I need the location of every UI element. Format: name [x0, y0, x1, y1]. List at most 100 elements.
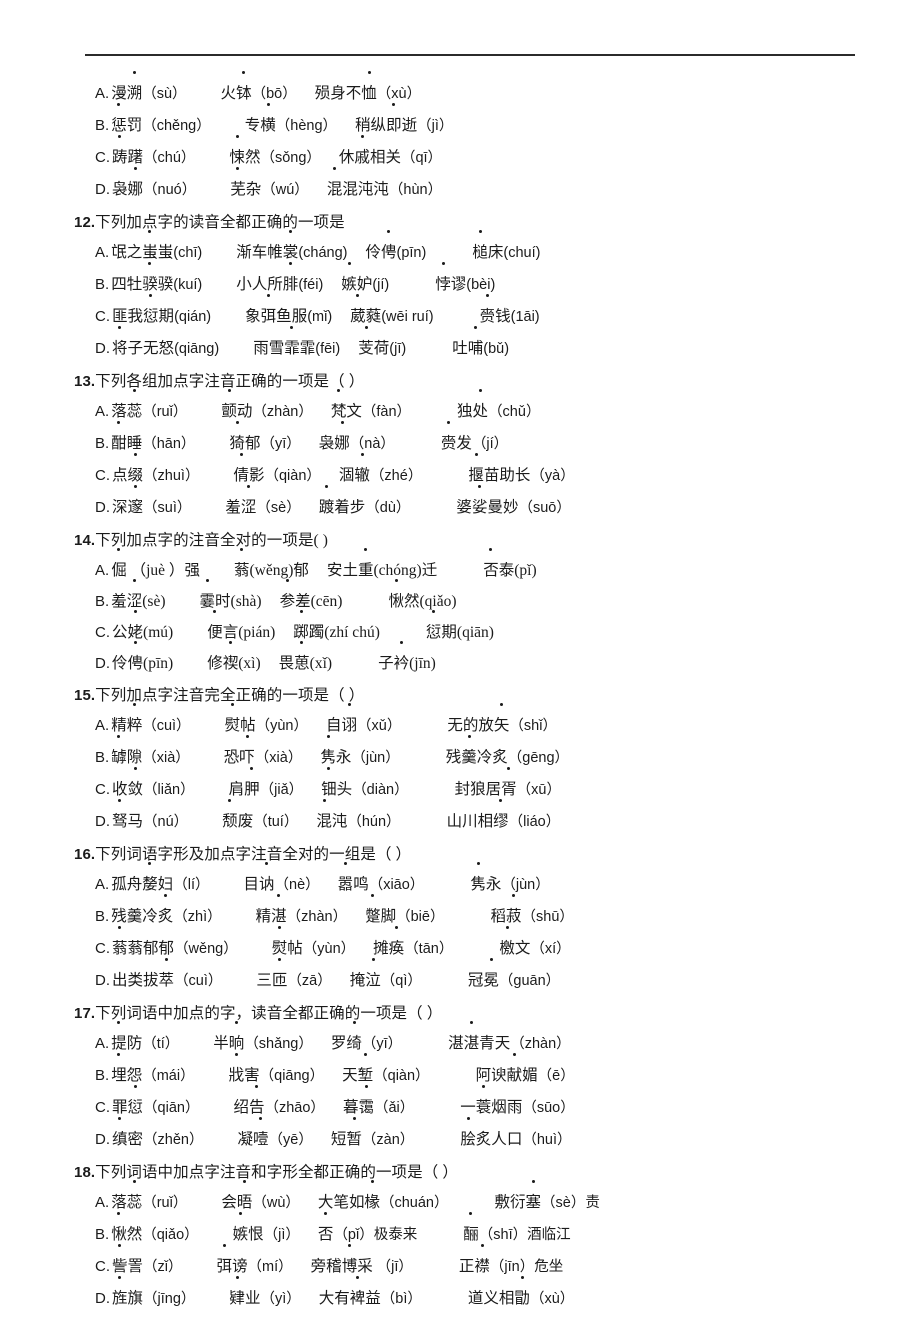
option-segment: 隽永（jùn） — [470, 862, 550, 901]
word-char: 收 — [112, 781, 128, 798]
pinyin-annotation: （qiān） — [143, 1100, 200, 1116]
option-row[interactable]: C. 訾詈（zǐ） 弭谤（mí） 旁稽博采 （jī） 正襟（jīn）危坐 — [0, 1244, 920, 1283]
option-row[interactable]: D. 伶俜(pīn) 修禊(xì) 畏葸(xǐ) 子衿(jīn) — [0, 641, 920, 679]
option-row[interactable]: C. 点缀（zhuì） 倩影（qiàn） 涸辙（zhé） 揠苗助长（yà） — [0, 453, 920, 492]
option-segment: 赍钱(1āi) — [480, 294, 540, 333]
emphasis-dot-char: 便 — [207, 610, 223, 648]
emphasis-dot-char: 嫉 — [341, 262, 357, 300]
option-row[interactable]: D. 驽马（nú） 颓废（tuí） 混沌（hún） 山川相缪（liáo） — [0, 799, 920, 838]
pinyin-annotation: （xù） — [529, 1291, 575, 1307]
option-row[interactable]: D. 旌旗（jīng） 肄业（yì） 大有裨益（bì） 道义相勖（xù） — [0, 1276, 920, 1315]
option-row[interactable]: A. 提防（tí） 半晌（shǎng） 罗绮（yī） 湛湛青天（zhàn） — [0, 1021, 920, 1060]
word-char: 独 — [457, 403, 473, 420]
option-row[interactable]: A. 倔 （juè ）强 蓊(wěng)郁 安土重(chóng)迁 否泰(pǐ) — [0, 548, 920, 586]
word-char: 阿 — [475, 1067, 492, 1084]
option-segment: 蹩脚（biē） — [365, 894, 445, 933]
option-row[interactable]: D. 出类拔萃（cuì） 三匝（zā） 掩泣（qì） 冠冕（guān） — [0, 958, 920, 997]
word-char: 旁 — [310, 1258, 327, 1275]
pinyin-annotation: （jīn）危坐 — [489, 1259, 564, 1275]
word-char: 牡 — [126, 276, 143, 293]
pinyin-annotation: （wú） — [261, 182, 309, 198]
pinyin-annotation: （zàn） — [361, 1132, 415, 1148]
option-segment: 羞涩(sè) — [111, 579, 166, 617]
option-segment: 羞涩（sè） — [225, 485, 301, 524]
word-char: 床 — [487, 244, 504, 261]
word-char: 匪 — [112, 308, 128, 325]
option-segment: 钿头（diàn） — [321, 767, 409, 806]
pinyin-annotation: （qì） — [380, 973, 422, 989]
word-char: 放 — [478, 717, 494, 734]
option-row[interactable]: B. 埋怨（mái） 戕害（qiāng） 天堑（qiàn） 阿谀献媚（ē） — [0, 1053, 920, 1092]
question-block: 16.下列词语字形及加点字注音全对的一组是（ ） A. 孤舟嫠妇（lí） 目讷（nè）… — [0, 840, 920, 997]
emphasis-dot-char: 裨 — [350, 1276, 365, 1314]
emphasis-dot-char: 戚 — [354, 135, 370, 173]
option-row[interactable]: B. 残羹冷炙（zhì） 精湛（zhàn） 蹩脚（biē） 稻菽（shū） — [0, 894, 920, 933]
option-row[interactable]: B. 惩罚（chěng） 专横（hèng） 稍纵即逝（jì） — [0, 103, 920, 142]
option-label: B. — [95, 1067, 110, 1084]
pinyin-annotation: （yùn） — [302, 941, 356, 957]
pinyin-annotation: (qiāng) — [174, 341, 220, 357]
word-char: n — [262, 624, 271, 641]
emphasis-dot-char: 槌 — [472, 230, 488, 268]
emphasis-dot-char: 恤 — [361, 71, 377, 109]
option-row[interactable]: D. 袅娜（nuó） 芜杂（wú） 混混沌沌（hùn） — [0, 167, 920, 206]
option-row[interactable]: C. 公姥(mú) 便言(pián) 踯躅(zhí chú) 愆期(qiān) — [0, 610, 920, 648]
word-char: 然 — [403, 593, 420, 610]
word-char: ó — [393, 562, 402, 579]
emphasis-dot-char: 胥 — [501, 767, 517, 805]
word-char: 助 — [499, 467, 515, 484]
option-segment: 自诩（xǔ） — [326, 703, 401, 742]
option-row[interactable]: C. 匪我愆期(qián) 象弭鱼服(mǐ) 葳蕤(wēi ruí) 赍钱(1āi) — [0, 294, 920, 333]
option-row[interactable]: D. 深邃（suì） 羞涩（sè） 踱着步（dù） 婆娑曼妙（suō） — [0, 485, 920, 524]
option-segment: 摊痪（tān） — [373, 926, 453, 965]
word-char: 舟 — [126, 876, 143, 893]
option-row[interactable]: C. 收敛（liǎn） 肩胛（jiǎ） 钿头（diàn） 封狼居胥（xū） — [0, 767, 920, 806]
word-char: 三 — [256, 972, 272, 989]
word-char: ) — [255, 655, 261, 672]
word-char: 相 — [498, 1290, 515, 1307]
word-char: 氓 — [111, 244, 127, 261]
option-row[interactable]: A. 落蕊（ruǐ） 会晤（wù） 大笔如椽（chuán） 敷衍塞（sè）责 — [0, 1180, 920, 1219]
pinyin-annotation: （jī） — [376, 1259, 413, 1275]
emphasis-dot-char: 诩 — [342, 703, 357, 741]
option-row[interactable]: B. 罅隙（xià） 恐吓（xià） 隽永（jùn） 残羹冷炙（gēng） — [0, 735, 920, 774]
word-char: 山 — [446, 813, 463, 830]
pinyin-annotation: （biē） — [396, 909, 445, 925]
option-row[interactable]: B. 羞涩(sè) 霎时(shà) 参差(cēn) 愀然(qiǎo) — [0, 579, 920, 617]
emphasis-dot-char: 弭 — [217, 1244, 232, 1282]
option-row[interactable]: A. 落蕊（ruǐ） 颤动（zhàn） 梵文（fàn） 独处（chǔ） — [0, 389, 920, 428]
word-char: 沌 — [373, 181, 389, 198]
pinyin-annotation: （liáo） — [508, 814, 561, 830]
emphasis-dot-char: 葸 — [294, 641, 310, 679]
word-char: 婆 — [456, 499, 472, 516]
option-row[interactable]: B. 四牡骙骙(kuí) 小人所腓(féi) 嫉妒(jí) 悖谬(bèi) — [0, 262, 920, 301]
word-char: 象 — [245, 308, 261, 325]
option-row[interactable]: B. 酣睡（hān） 猗郁（yī） 袅娜（nà） 赍发（jí） — [0, 421, 920, 460]
option-row[interactable]: A. 孤舟嫠妇（lí） 目讷（nè） 嚣鸣（xiāo） 隽永（jùn） — [0, 862, 920, 901]
option-label: C. — [95, 1099, 110, 1116]
pinyin-annotation: （diàn） — [352, 782, 409, 798]
option-row[interactable]: C. 罪愆（qiān） 绍告（zhāo） 暮霭（ǎi） 一蓑烟雨（sūo） — [0, 1085, 920, 1124]
word-char: 我 — [127, 308, 144, 325]
option-row[interactable]: D. 将子无怒(qiāng) 雨雪霏霏(fēi) 芰荷(jī) 吐哺(bǔ) — [0, 326, 920, 365]
option-label: A. — [95, 244, 110, 261]
option-row[interactable]: D. 缜密（zhěn） 凝噎（yē） 短暂（zàn） 脍炙人口（huì） — [0, 1117, 920, 1156]
pinyin-annotation: （jùn） — [351, 750, 400, 766]
word-char: 羞 — [225, 499, 241, 516]
option-row[interactable]: A. 漫溯（sù） 火钵（bō） 殒身不恤（xù） — [0, 71, 920, 110]
option-segment: 弭谤（mí） — [217, 1244, 293, 1283]
option-segment: 精粹（cuì） — [111, 703, 191, 742]
pinyin-annotation: （shǎng） — [244, 1036, 313, 1052]
pinyin-annotation: （xù） — [376, 86, 422, 102]
pinyin-annotation: （nú） — [143, 814, 189, 830]
option-row[interactable]: C. 踌躇（chú） 悚然（sǒng） 休戚相关（qī） — [0, 135, 920, 174]
word-char: 所 — [267, 276, 283, 293]
option-row[interactable]: A. 精粹（cuì） 熨帖（yùn） 自诩（xǔ） 无的放矢（shǐ） — [0, 703, 920, 742]
pinyin-annotation: （suō） — [518, 500, 571, 516]
option-row[interactable]: B. 愀然（qiǎo） 嫉恨（jì） 否（pǐ）极泰来 酾（shī）酒临江 — [0, 1212, 920, 1251]
option-segment: 蓊(wěng)郁 — [234, 548, 309, 586]
option-segment: 戕害（qiāng） — [229, 1053, 324, 1092]
option-row[interactable]: A. 氓之蚩蚩(chī) 渐车帷裳(cháng) 伶俜(pīn) 槌床(chuí) — [0, 230, 920, 269]
option-row[interactable]: C. 蓊蓊郁郁（wěng） 熨帖（yùn） 摊痪（tān） 檄文（xí） — [0, 926, 920, 965]
word-char: 杂 — [245, 181, 262, 198]
